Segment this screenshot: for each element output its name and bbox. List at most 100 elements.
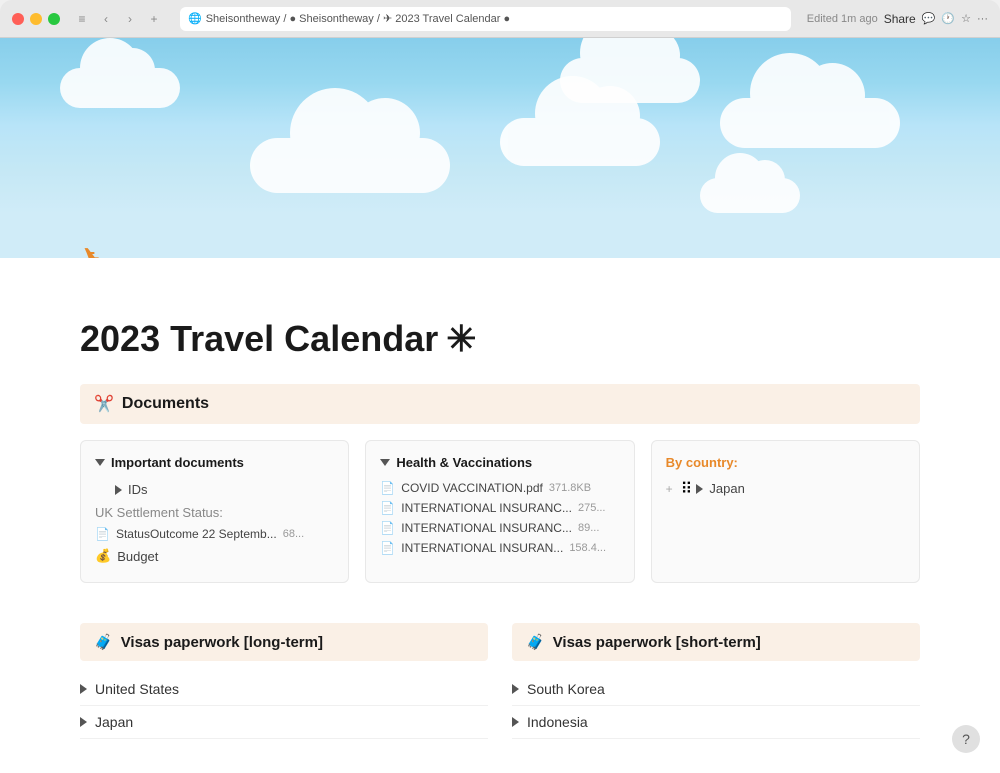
visas-longterm-icon: 🧳 [94,633,113,651]
by-country-column: By country: + ⠿ Japan [651,440,920,583]
ids-item[interactable]: IDs [95,478,334,501]
cloud-2 [720,98,900,148]
expand-south-korea-icon[interactable] [512,684,519,694]
collapse-icon[interactable] [95,459,105,466]
budget-icon: 💰 [95,548,111,564]
hero-image: ✈ [0,38,1000,258]
cloud-4 [250,138,450,193]
insurance-file-2-size: 89... [578,522,599,534]
important-docs-column: Important documents IDs UK Settlement St… [80,440,349,583]
visas-shortterm-header: 🧳 Visas paperwork [short-term] [512,623,920,661]
minimize-button[interactable] [30,13,42,25]
action-icons: 💬 🕐 ☆ ··· [922,12,988,25]
expand-japan-icon[interactable] [696,484,703,494]
title-asterisk: ✳ [446,318,476,360]
covid-file-name: COVID VACCINATION.pdf [401,481,543,495]
visas-longterm-section: 🧳 Visas paperwork [long-term] United Sta… [80,623,488,739]
traffic-lights [12,13,60,25]
browser-actions: Edited 1m ago Share 💬 🕐 ☆ ··· [807,12,988,26]
south-korea-label: South Korea [527,681,605,697]
cloud-1 [60,68,180,108]
important-docs-header: Important documents [95,455,334,470]
favicon-icon: 🌐 [188,12,202,25]
visas-longterm-label: Visas paperwork [long-term] [121,634,323,651]
main-content: 2023 Travel Calendar ✳ ✂️ Documents Impo… [0,258,1000,773]
documents-grid: Important documents IDs UK Settlement St… [80,440,920,583]
add-tab-button[interactable]: + [144,9,164,29]
file-icon-4: 📄 [380,541,395,555]
close-button[interactable] [12,13,24,25]
page-title: 2023 Travel Calendar ✳ [80,318,920,360]
indonesia-visa-item[interactable]: Indonesia [512,706,920,739]
us-visa-item[interactable]: United States [80,673,488,706]
browser-chrome: ≡ ‹ › + 🌐 Sheisontheway / ● Sheisonthewa… [0,0,1000,38]
expand-us-icon[interactable] [80,684,87,694]
visas-longterm-header: 🧳 Visas paperwork [long-term] [80,623,488,661]
budget-label: Budget [117,549,158,564]
by-country-label: By country: [666,455,905,470]
documents-icon: ✂️ [94,394,114,414]
insurance-file-1-size: 275... [578,502,606,514]
south-korea-visa-item[interactable]: South Korea [512,673,920,706]
star-icon[interactable]: ☆ [961,12,971,25]
visas-shortterm-label: Visas paperwork [short-term] [553,634,761,651]
insurance-file-3[interactable]: 📄 INTERNATIONAL INSURAN... 158.4... [380,538,619,558]
nav-menu-icon[interactable]: ≡ [72,9,92,29]
drag-icon: ⠿ [681,479,693,499]
file-icon-2: 📄 [380,501,395,515]
important-docs-label: Important documents [111,455,244,470]
comment-icon[interactable]: 💬 [922,12,936,25]
health-vaccinations-column: Health & Vaccinations 📄 COVID VACCINATIO… [365,440,634,583]
file-name: StatusOutcome 22 Septemb... [116,527,277,541]
share-button[interactable]: Share [884,12,916,26]
status-outcome-file[interactable]: 📄 StatusOutcome 22 Septemb... 68... [95,524,334,544]
uk-label: UK Settlement Status: [95,501,334,524]
collapse-health-icon[interactable] [380,459,390,466]
us-label: United States [95,681,179,697]
breadcrumb: Sheisontheway / ● Sheisontheway / ✈ 2023… [206,12,510,25]
documents-section: ✂️ Documents Important documents IDs UK … [80,384,920,583]
file-icon-1: 📄 [380,481,395,495]
expand-ids-icon[interactable] [115,485,122,495]
file-icon: 📄 [95,527,110,541]
file-size: 68... [283,528,304,540]
file-icon-3: 📄 [380,521,395,535]
history-icon[interactable]: 🕐 [941,12,955,25]
cloud-5 [700,178,800,213]
back-button[interactable]: ‹ [96,9,116,29]
documents-section-header: ✂️ Documents [80,384,920,424]
browser-nav: ≡ ‹ › + [72,9,164,29]
japan-country-name: Japan [709,481,744,496]
japan-visa-item[interactable]: Japan [80,706,488,739]
japan-country-item[interactable]: Japan [696,478,744,499]
health-header: Health & Vaccinations [380,455,619,470]
visas-shortterm-icon: 🧳 [526,633,545,651]
covid-file[interactable]: 📄 COVID VACCINATION.pdf 371.8KB [380,478,619,498]
visas-grid: 🧳 Visas paperwork [long-term] United Sta… [80,623,920,739]
title-text: 2023 Travel Calendar [80,318,438,360]
visas-shortterm-section: 🧳 Visas paperwork [short-term] South Kor… [512,623,920,739]
insurance-file-3-name: INTERNATIONAL INSURAN... [401,541,563,555]
expand-indonesia-icon[interactable] [512,717,519,727]
documents-label: Documents [122,395,209,413]
health-label: Health & Vaccinations [396,455,532,470]
add-country-icon[interactable]: + [666,482,673,496]
page-content: ✈ 2023 Travel Calendar ✳ ✂️ Documents Im… [0,38,1000,773]
help-button[interactable]: ? [952,725,980,753]
ids-label: IDs [128,482,148,497]
cloud-6 [500,118,660,166]
insurance-file-2-name: INTERNATIONAL INSURANC... [401,521,572,535]
insurance-file-1[interactable]: 📄 INTERNATIONAL INSURANC... 275... [380,498,619,518]
expand-japan-visa-icon[interactable] [80,717,87,727]
address-bar[interactable]: 🌐 Sheisontheway / ● Sheisontheway / ✈ 20… [180,7,791,31]
edited-timestamp: Edited 1m ago [807,13,878,25]
insurance-file-2[interactable]: 📄 INTERNATIONAL INSURANC... 89... [380,518,619,538]
hero-airplane-icon: ✈ [70,238,114,258]
maximize-button[interactable] [48,13,60,25]
more-icon[interactable]: ··· [977,13,988,25]
budget-item[interactable]: 💰 Budget [95,544,334,568]
covid-file-size: 371.8KB [549,482,591,494]
insurance-file-1-name: INTERNATIONAL INSURANC... [401,501,572,515]
forward-button[interactable]: › [120,9,140,29]
japan-visa-label: Japan [95,714,133,730]
